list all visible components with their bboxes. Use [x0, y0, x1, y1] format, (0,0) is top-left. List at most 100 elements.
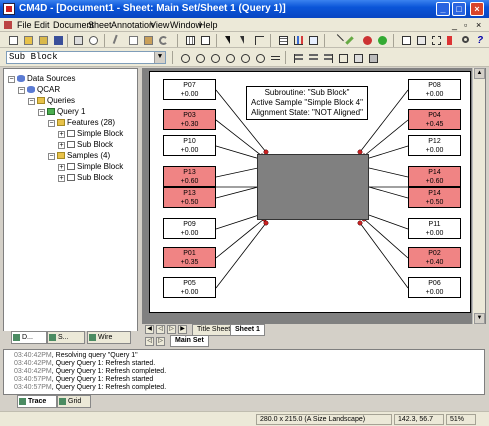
tab-trace[interactable]: Trace — [17, 395, 57, 408]
left-callout-box[interactable]: P13 +0.60 — [163, 166, 216, 187]
log-line: 03:40:57PM, Query Query 1: Refresh start… — [14, 376, 154, 383]
log-line: 03:40:57PM, Query Query 1: Refresh compl… — [14, 384, 167, 391]
right-callout-box[interactable]: P08 +0.00 — [408, 79, 461, 100]
left-callout-box[interactable]: P03 +0.30 — [163, 109, 216, 130]
point-name: P13 — [183, 190, 196, 197]
measurement-point-marker[interactable] — [357, 220, 363, 226]
point-value: +0.30 — [180, 121, 199, 128]
leader-line — [368, 167, 409, 178]
bottom-tabs: Trace Grid — [3, 395, 485, 408]
leader-line — [368, 186, 409, 199]
right-callout-box[interactable]: P14 +0.60 — [408, 166, 461, 187]
next-sheet-icon[interactable]: ▷ — [167, 325, 176, 334]
leader-line — [365, 145, 409, 160]
status-zoom: 51% — [446, 414, 476, 425]
point-value: +0.00 — [425, 147, 444, 154]
log-line: 03:40:42PM, Query Query 1: Refresh start… — [14, 360, 156, 367]
log-time: 03:40:57PM — [14, 384, 52, 391]
point-name: P12 — [428, 138, 441, 145]
leader-line — [363, 218, 409, 259]
point-value: +0.50 — [425, 199, 444, 206]
point-name: P10 — [183, 138, 196, 145]
log-text: Resolving query "Query 1" — [55, 352, 138, 359]
left-callout-box[interactable]: P10 +0.00 — [163, 135, 216, 156]
point-value: +0.60 — [180, 178, 199, 185]
point-value: +0.60 — [425, 178, 444, 185]
tab-label: Grid — [68, 398, 82, 405]
point-value: +0.00 — [180, 91, 199, 98]
point-name: P14 — [428, 190, 441, 197]
point-name: P14 — [428, 169, 441, 176]
log-text: Query Query 1: Refresh completed. — [55, 368, 167, 375]
measurement-point-marker[interactable] — [263, 220, 269, 226]
info-line-subroutine: Subroutine: "Sub Block" — [264, 88, 350, 97]
info-line-active-sample: Active Sample "Simple Block 4" — [251, 98, 363, 107]
point-value: +0.45 — [425, 121, 444, 128]
status-coordinates: 142.3, 56.7 — [394, 414, 444, 425]
tab-sheet-1[interactable]: Sheet 1 — [230, 324, 265, 336]
right-callout-box[interactable]: P06 +0.00 — [408, 277, 461, 298]
right-callout-box[interactable]: P11 +0.00 — [408, 218, 461, 239]
point-value: +0.00 — [180, 147, 199, 154]
right-callout-box[interactable]: P12 +0.00 — [408, 135, 461, 156]
tab-main-set[interactable]: Main Set — [170, 335, 209, 347]
trace-log: 03:40:42PM, Resolving query "Query 1" 03:… — [3, 349, 485, 395]
leader-line — [215, 186, 259, 199]
point-name: P08 — [428, 82, 441, 89]
last-sheet-icon[interactable]: ▶ — [178, 325, 187, 334]
point-name: P02 — [428, 250, 441, 257]
leader-line — [215, 222, 267, 289]
subroutine-info-box[interactable]: Subroutine: "Sub Block" Active Sample "S… — [246, 86, 368, 120]
status-bar: 280.0 x 215.0 (A Size Landscape) 142.3, … — [0, 411, 489, 426]
point-name: P04 — [428, 112, 441, 119]
leader-line — [215, 213, 263, 230]
info-line-alignment: Alignment State: "NOT Aligned" — [251, 108, 363, 117]
point-name: P09 — [183, 221, 196, 228]
point-name: P07 — [183, 82, 196, 89]
right-callout-box[interactable]: P02 +0.40 — [408, 247, 461, 268]
log-text: Query Query 1: Refresh started. — [55, 360, 156, 367]
point-value: +0.00 — [180, 289, 199, 296]
point-value: +0.50 — [180, 199, 199, 206]
prev-set-icon[interactable]: ◁ — [145, 337, 154, 346]
leader-line — [359, 222, 409, 289]
point-value: +0.00 — [425, 289, 444, 296]
log-time: 03:40:57PM — [14, 376, 52, 383]
point-name: P01 — [183, 250, 196, 257]
log-time: 03:40:42PM — [14, 368, 52, 375]
log-time: 03:40:42PM — [14, 352, 52, 359]
left-callout-box[interactable]: P09 +0.00 — [163, 218, 216, 239]
left-callout-box[interactable]: P13 +0.50 — [163, 187, 216, 208]
tab-grid[interactable]: Grid — [57, 395, 91, 408]
left-callout-box[interactable]: P07 +0.00 — [163, 79, 216, 100]
part-block[interactable] — [257, 154, 369, 220]
left-callout-box[interactable]: P01 +0.35 — [163, 247, 216, 268]
first-sheet-icon[interactable]: ◀ — [145, 325, 154, 334]
log-time: 03:40:42PM — [14, 360, 52, 367]
point-value: +0.35 — [180, 259, 199, 266]
point-value: +0.00 — [180, 230, 199, 237]
leader-line — [215, 145, 261, 160]
tab-label: Trace — [28, 398, 47, 405]
log-text: Query Query 1: Refresh completed. — [55, 384, 167, 391]
point-value: +0.00 — [425, 230, 444, 237]
log-line: 03:40:42PM, Resolving query "Query 1" — [14, 352, 138, 359]
point-name: P03 — [183, 112, 196, 119]
next-set-icon[interactable]: ▷ — [156, 337, 165, 346]
point-name: P13 — [183, 169, 196, 176]
point-name: P06 — [428, 280, 441, 287]
point-name: P05 — [183, 280, 196, 287]
left-callout-box[interactable]: P05 +0.00 — [163, 277, 216, 298]
log-line: 03:40:42PM, Query Query 1: Refresh compl… — [14, 368, 167, 375]
point-name: P11 — [428, 221, 441, 228]
right-callout-box[interactable]: P04 +0.45 — [408, 109, 461, 130]
prev-sheet-icon[interactable]: ◁ — [156, 325, 165, 334]
log-text: Query Query 1: Refresh started — [55, 376, 154, 383]
status-page-size: 280.0 x 215.0 (A Size Landscape) — [256, 414, 392, 425]
point-value: +0.40 — [425, 259, 444, 266]
set-tabs: ◁ ▷ Main Set — [142, 335, 486, 347]
right-callout-box[interactable]: P14 +0.50 — [408, 187, 461, 208]
leader-line — [215, 218, 265, 259]
point-value: +0.00 — [425, 91, 444, 98]
leader-line — [215, 167, 259, 178]
